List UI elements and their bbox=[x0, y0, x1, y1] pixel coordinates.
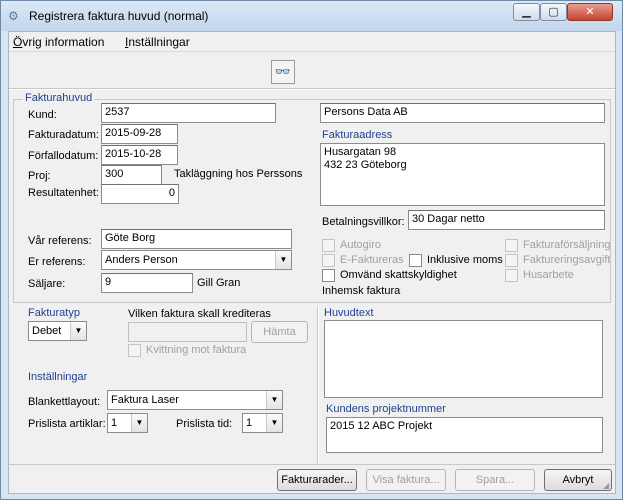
window-title: Registrera faktura huvud (normal) bbox=[29, 9, 209, 23]
betalningsvillkor-label: Betalningsvillkor: bbox=[322, 216, 405, 228]
visa-faktura-button[interactable]: Visa faktura... bbox=[366, 469, 446, 491]
maximize-button[interactable]: ▢ bbox=[540, 3, 567, 21]
betalningsvillkor-input[interactable]: 30 Dagar netto bbox=[408, 210, 605, 230]
er-referens-combo[interactable]: Anders Person ▼ bbox=[101, 250, 292, 270]
projektnummer-textarea[interactable]: 2015 12 ABC Projekt bbox=[326, 417, 603, 453]
var-referens-input[interactable]: Göte Borg bbox=[101, 229, 292, 249]
app-icon: ⚙ bbox=[8, 9, 19, 23]
resize-grip-icon[interactable]: ◢ bbox=[603, 481, 613, 491]
kreditera-input[interactable] bbox=[128, 322, 247, 342]
proj-label: Proj: bbox=[28, 170, 51, 182]
chevron-down-icon[interactable]: ▼ bbox=[70, 322, 86, 340]
avbryt-button[interactable]: Avbryt bbox=[544, 469, 612, 491]
minimize-button[interactable]: ▁ bbox=[513, 3, 540, 21]
huvudtext-textarea[interactable] bbox=[324, 320, 603, 398]
fakturarader-button[interactable]: Fakturarader... bbox=[277, 469, 357, 491]
address-line-2: 432 23 Göteborg bbox=[324, 159, 407, 171]
saljare-input[interactable]: 9 bbox=[101, 273, 193, 293]
blankettlayout-value: Faktura Laser bbox=[111, 394, 179, 406]
er-referens-value: Anders Person bbox=[105, 254, 178, 266]
kreditera-label: Vilken faktura skall krediteras bbox=[128, 308, 271, 320]
prislista-tid-combo[interactable]: 1 ▼ bbox=[242, 413, 283, 433]
fakturatyp-combo[interactable]: Debet ▼ bbox=[28, 321, 87, 341]
prislista-artiklar-value: 1 bbox=[111, 417, 118, 429]
forfallodatum-label: Förfallodatum: bbox=[28, 150, 99, 162]
kund-label: Kund: bbox=[28, 109, 57, 121]
resultatenhet-input[interactable]: 0 bbox=[101, 184, 179, 204]
prislista-artiklar-combo[interactable]: 1 ▼ bbox=[107, 413, 148, 433]
title-bar[interactable]: ⚙ Registrera faktura huvud (normal) ▁ ▢ … bbox=[1, 1, 622, 31]
forfallodatum-input[interactable]: 2015-10-28 bbox=[101, 145, 178, 165]
fakturaadress-textarea[interactable]: Husargatan 98 432 23 Göteborg bbox=[320, 143, 605, 206]
button-bar-separator bbox=[9, 464, 615, 465]
fakturahuvud-legend: Fakturahuvud bbox=[23, 92, 95, 104]
var-referens-label: Vår referens: bbox=[28, 235, 92, 247]
customer-name-input[interactable]: Persons Data AB bbox=[320, 103, 605, 123]
chevron-down-icon[interactable]: ▼ bbox=[266, 414, 282, 432]
proj-name: Takläggning hos Perssons bbox=[174, 168, 303, 180]
binoculars-icon: 👓 bbox=[274, 64, 292, 79]
address-line-1: Husargatan 98 bbox=[324, 146, 397, 158]
fakturadatum-input[interactable]: 2015-09-28 bbox=[101, 124, 178, 144]
prislista-tid-label: Prislista tid: bbox=[176, 418, 233, 430]
er-referens-label: Er referens: bbox=[28, 256, 86, 268]
inhemsk-faktura-label: Inhemsk faktura bbox=[322, 285, 401, 297]
search-button[interactable]: 👓 bbox=[271, 60, 295, 84]
toolbar-separator bbox=[9, 88, 615, 90]
menu-bar: Övrig information Inställningar bbox=[9, 32, 615, 52]
fakturadatum-label: Fakturadatum: bbox=[28, 129, 99, 141]
blankettlayout-label: Blankettlayout: bbox=[28, 396, 101, 408]
installningar-legend: Inställningar bbox=[28, 371, 88, 383]
chevron-down-icon[interactable]: ▼ bbox=[275, 251, 291, 269]
prislista-tid-value: 1 bbox=[246, 417, 253, 429]
projektnummer-label: Kundens projektnummer bbox=[326, 403, 446, 415]
prislista-artiklar-label: Prislista artiklar: bbox=[28, 418, 106, 430]
spara-button[interactable]: Spara... bbox=[455, 469, 535, 491]
close-button[interactable]: ✕ bbox=[567, 3, 613, 21]
proj-input[interactable]: 300 bbox=[101, 165, 162, 185]
fakturatyp-label: Fakturatyp bbox=[28, 307, 80, 319]
saljare-label: Säljare: bbox=[28, 278, 66, 290]
fakturaadress-label: Fakturaadress bbox=[322, 129, 393, 141]
client-area: Övrig information Inställningar 👓 Faktur… bbox=[8, 31, 616, 494]
saljare-name: Gill Gran bbox=[197, 277, 241, 289]
fakturatyp-value: Debet bbox=[32, 325, 62, 337]
chevron-down-icon[interactable]: ▼ bbox=[131, 414, 147, 432]
resultatenhet-label: Resultatenhet: bbox=[28, 187, 99, 199]
chevron-down-icon[interactable]: ▼ bbox=[266, 391, 282, 409]
hamta-button[interactable]: Hämta bbox=[251, 321, 308, 343]
huvudtext-label: Huvudtext bbox=[324, 307, 374, 319]
app-window: ⚙ Registrera faktura huvud (normal) ▁ ▢ … bbox=[0, 0, 623, 500]
vertical-divider bbox=[317, 306, 319, 464]
blankettlayout-combo[interactable]: Faktura Laser ▼ bbox=[107, 390, 283, 410]
menu-installningar[interactable]: Inställningar bbox=[125, 35, 190, 49]
menu-ovrig-information[interactable]: Övrig information bbox=[13, 35, 104, 49]
kund-input[interactable]: 2537 bbox=[101, 103, 276, 123]
